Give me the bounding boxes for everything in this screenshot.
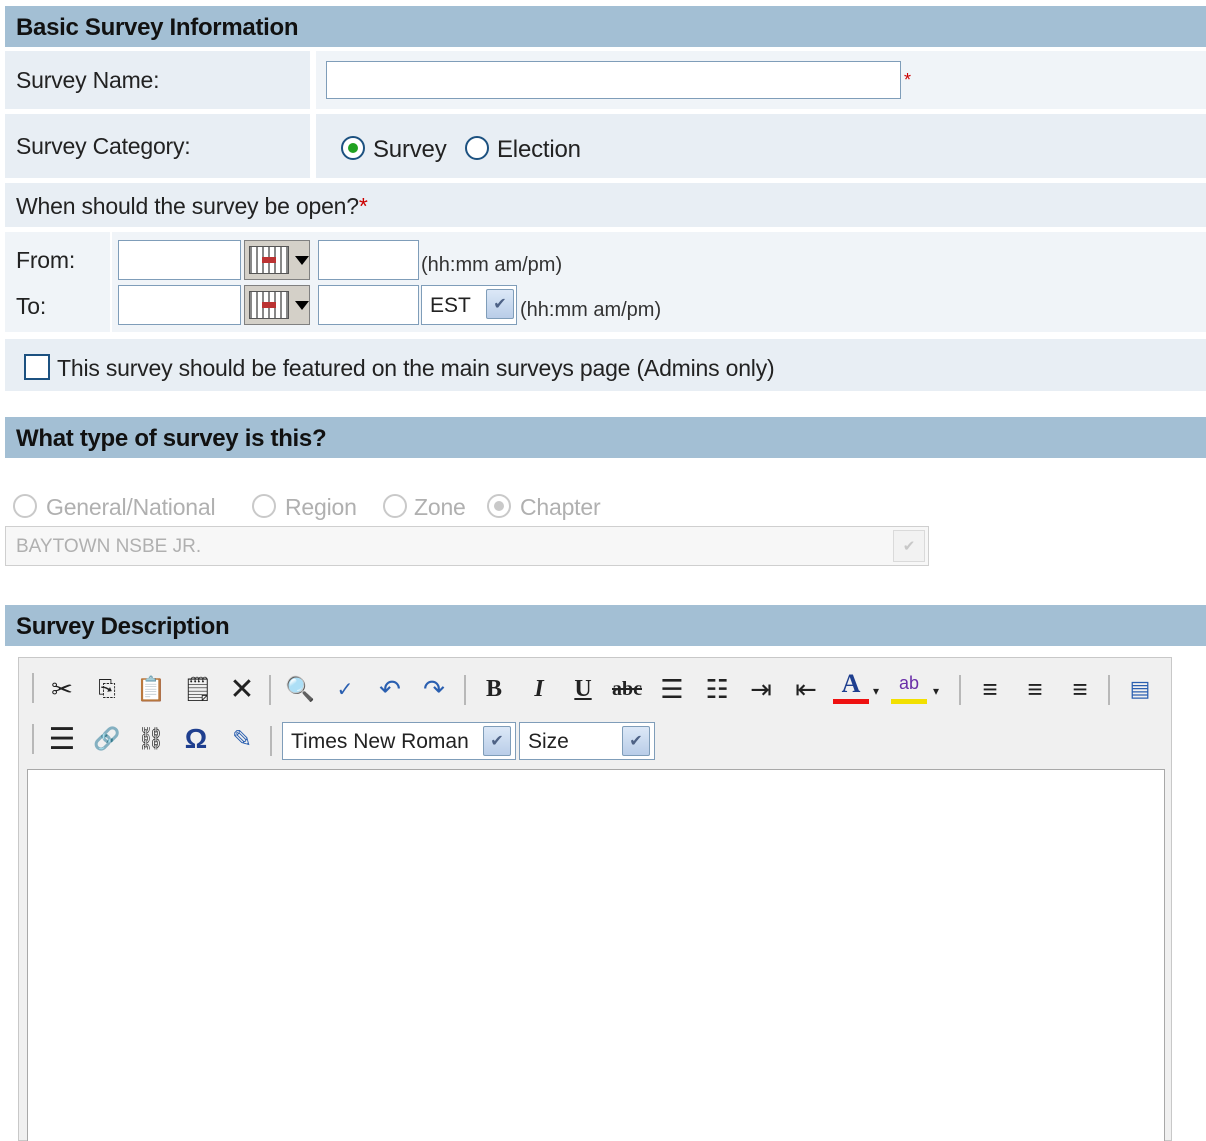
chevron-down-icon[interactable]: ✔	[486, 289, 514, 319]
timezone-select[interactable]: EST ✔	[421, 285, 517, 325]
type-chapter-radio[interactable]	[487, 494, 511, 518]
type-region-radio[interactable]	[252, 494, 276, 518]
font-size-select[interactable]: Size ✔	[519, 722, 655, 760]
open-question-required-mark: *	[358, 193, 368, 219]
toolbar-separator	[959, 675, 961, 705]
basic-survey-title: Basic Survey Information	[16, 14, 299, 41]
to-date-input[interactable]	[118, 285, 241, 325]
paste-icon[interactable]: 📋	[133, 671, 169, 707]
to-calendar-button[interactable]	[244, 285, 310, 325]
open-question-label: When should the survey be open?*	[16, 193, 368, 220]
dropdown-arrow-icon	[295, 255, 309, 265]
to-time-hint: (hh:mm am/pm)	[520, 299, 662, 321]
open-question-text: When should the survey be open?	[16, 193, 359, 219]
editor-content-area[interactable]	[27, 769, 1165, 1141]
cut-icon[interactable]: ✂	[44, 671, 80, 707]
survey-type-header: What type of survey is this?	[5, 417, 1206, 458]
category-options-cell	[316, 114, 1206, 178]
from-calendar-button[interactable]	[244, 240, 310, 280]
category-election-radio[interactable]	[465, 136, 489, 160]
toolbar-separator	[269, 675, 271, 705]
type-chapter-label[interactable]: Chapter	[520, 494, 601, 521]
chevron-down-icon: ✔	[622, 726, 650, 756]
font-name-select[interactable]: Times New Roman ✔	[282, 722, 516, 760]
type-region-label[interactable]: Region	[285, 494, 357, 521]
undo-icon[interactable]: ↶	[372, 671, 408, 707]
chevron-down-icon: ✔	[893, 530, 925, 562]
source-icon[interactable]: ▤	[1122, 671, 1158, 707]
font-color-icon[interactable]: A	[833, 668, 869, 704]
dropdown-arrow-icon	[295, 300, 309, 310]
highlight-icon[interactable]: ab	[891, 668, 927, 704]
type-zone-label[interactable]: Zone	[414, 494, 466, 521]
editor-toolbar-row2: ☰ 🔗 ⛓ Ω ✎ Times New Roman ✔ Size ✔	[24, 716, 1164, 766]
bold-icon[interactable]: B	[476, 671, 512, 707]
type-zone-radio[interactable]	[383, 494, 407, 518]
italic-icon[interactable]: I	[521, 671, 557, 707]
edit-image-icon[interactable]: ✎	[224, 721, 260, 757]
editor-toolbar-row1: ✂ ⎘ 📋 🗒 ✕ 🔍 ✓ ↶ ↷ B I U abc ☰ ☷ ⇥ ⇤ A ▾ …	[24, 663, 1164, 713]
spellcheck-icon[interactable]: ✓	[327, 671, 363, 707]
align-left-icon[interactable]: ≡	[972, 671, 1008, 707]
basic-survey-header: Basic Survey Information	[5, 6, 1206, 47]
align-right-icon[interactable]: ≡	[1062, 671, 1098, 707]
unlink-icon[interactable]: ⛓	[133, 721, 169, 757]
timezone-value: EST	[430, 294, 471, 317]
description-header: Survey Description	[5, 605, 1206, 646]
featured-label[interactable]: This survey should be featured on the ma…	[57, 355, 775, 382]
toolbar-grip	[32, 724, 34, 754]
category-election-label[interactable]: Election	[497, 136, 581, 164]
chapter-select[interactable]: BAYTOWN NSBE JR. ✔	[5, 526, 929, 566]
font-color-dropdown-icon[interactable]: ▾	[869, 673, 883, 709]
toolbar-separator	[1108, 675, 1110, 705]
survey-type-title: What type of survey is this?	[16, 425, 327, 452]
featured-checkbox[interactable]	[24, 354, 50, 380]
ordered-list-icon[interactable]: ☰	[654, 671, 690, 707]
indent-icon[interactable]: ⇥	[743, 671, 779, 707]
paste-word-icon[interactable]: 🗒	[180, 671, 216, 707]
clear-format-icon[interactable]: ✕	[224, 671, 260, 707]
special-char-icon[interactable]: Ω	[178, 721, 214, 757]
horizontal-rule-icon[interactable]: ☰	[44, 721, 80, 757]
calendar-icon	[249, 291, 289, 319]
type-general-radio[interactable]	[13, 494, 37, 518]
description-title: Survey Description	[16, 613, 230, 640]
copy-icon[interactable]: ⎘	[89, 671, 125, 707]
font-name-value: Times New Roman	[291, 730, 469, 753]
unordered-list-icon[interactable]: ☷	[699, 671, 735, 707]
survey-category-label: Survey Category:	[16, 133, 191, 159]
type-general-label[interactable]: General/National	[46, 494, 216, 521]
to-label: To:	[16, 293, 47, 319]
link-icon[interactable]: 🔗	[89, 721, 125, 757]
chapter-select-value: BAYTOWN NSBE JR.	[16, 536, 202, 557]
survey-name-required-mark: *	[904, 70, 912, 90]
to-time-input[interactable]	[318, 285, 419, 325]
font-size-value: Size	[528, 730, 569, 753]
toolbar-grip	[32, 673, 34, 703]
toolbar-separator	[270, 726, 272, 756]
from-time-input[interactable]	[318, 240, 419, 280]
underline-icon[interactable]: U	[565, 671, 601, 707]
outdent-icon[interactable]: ⇤	[788, 671, 824, 707]
category-survey-radio[interactable]	[341, 136, 365, 160]
find-icon[interactable]: 🔍	[282, 671, 318, 707]
align-center-icon[interactable]: ≡	[1017, 671, 1053, 707]
from-time-hint: (hh:mm am/pm)	[421, 254, 563, 276]
survey-name-label: Survey Name:	[16, 67, 160, 93]
editor-container: ✂ ⎘ 📋 🗒 ✕ 🔍 ✓ ↶ ↷ B I U abc ☰ ☷ ⇥ ⇤ A ▾ …	[18, 657, 1172, 1141]
strikethrough-icon[interactable]: abc	[609, 671, 645, 707]
redo-icon[interactable]: ↷	[416, 671, 452, 707]
chevron-down-icon: ✔	[483, 726, 511, 756]
from-label: From:	[16, 247, 76, 273]
category-survey-label[interactable]: Survey	[373, 136, 447, 164]
survey-name-input[interactable]	[326, 61, 901, 99]
from-date-input[interactable]	[118, 240, 241, 280]
calendar-icon	[249, 246, 289, 274]
highlight-dropdown-icon[interactable]: ▾	[929, 673, 943, 709]
toolbar-separator	[464, 675, 466, 705]
